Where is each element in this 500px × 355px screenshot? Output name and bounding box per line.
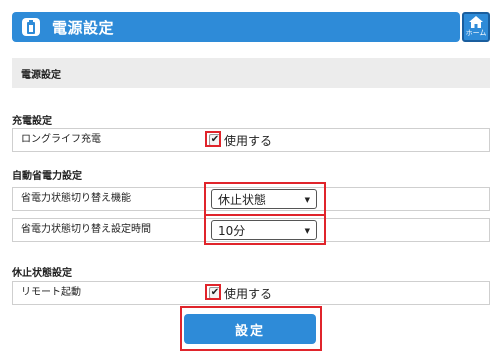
power-mode-label: 省電力状態切り替え機能	[21, 193, 131, 204]
power-mode-value: 休止状態	[218, 192, 267, 207]
check-icon: ✔	[210, 287, 220, 298]
sleep-section-title: 休止状態設定	[12, 268, 72, 279]
remote-boot-checkbox-label[interactable]: 使用する	[224, 285, 272, 302]
page-header: 電源設定	[12, 12, 460, 42]
long-life-option: ✔ 使用する	[209, 129, 272, 151]
power-mode-select[interactable]: 休止状態 ▼	[211, 189, 317, 209]
long-life-label: ロングライフ充電	[21, 134, 101, 145]
home-label: ホーム	[465, 29, 487, 37]
auto-power-section-title: 自動省電力設定	[12, 171, 82, 182]
submit-button[interactable]: 設定	[184, 314, 316, 344]
check-icon: ✔	[210, 134, 220, 145]
long-life-checkbox-label[interactable]: 使用する	[224, 132, 272, 149]
power-time-value: 10分	[218, 223, 246, 238]
page-title: 電源設定	[52, 18, 115, 37]
long-life-row: ロングライフ充電 ✔ 使用する	[12, 128, 490, 152]
battery-icon	[22, 18, 40, 36]
long-life-checkbox[interactable]: ✔	[209, 134, 221, 146]
home-icon	[469, 16, 483, 28]
banner-text: 電源設定	[21, 69, 61, 81]
remote-boot-label: リモート起動	[21, 287, 81, 298]
dropdown-arrow-icon: ▼	[304, 227, 310, 235]
home-button[interactable]: ホーム	[462, 12, 490, 42]
power-time-select[interactable]: 10分 ▼	[211, 220, 317, 240]
remote-boot-checkbox[interactable]: ✔	[209, 287, 221, 299]
section-banner: 電源設定	[12, 58, 490, 88]
charge-section-title: 充電設定	[12, 116, 52, 127]
power-time-label: 省電力状態切り替え設定時間	[21, 224, 151, 235]
remote-boot-option: ✔ 使用する	[209, 282, 272, 304]
remote-boot-row: リモート起動 ✔ 使用する	[12, 281, 490, 305]
dropdown-arrow-icon: ▼	[304, 196, 310, 204]
